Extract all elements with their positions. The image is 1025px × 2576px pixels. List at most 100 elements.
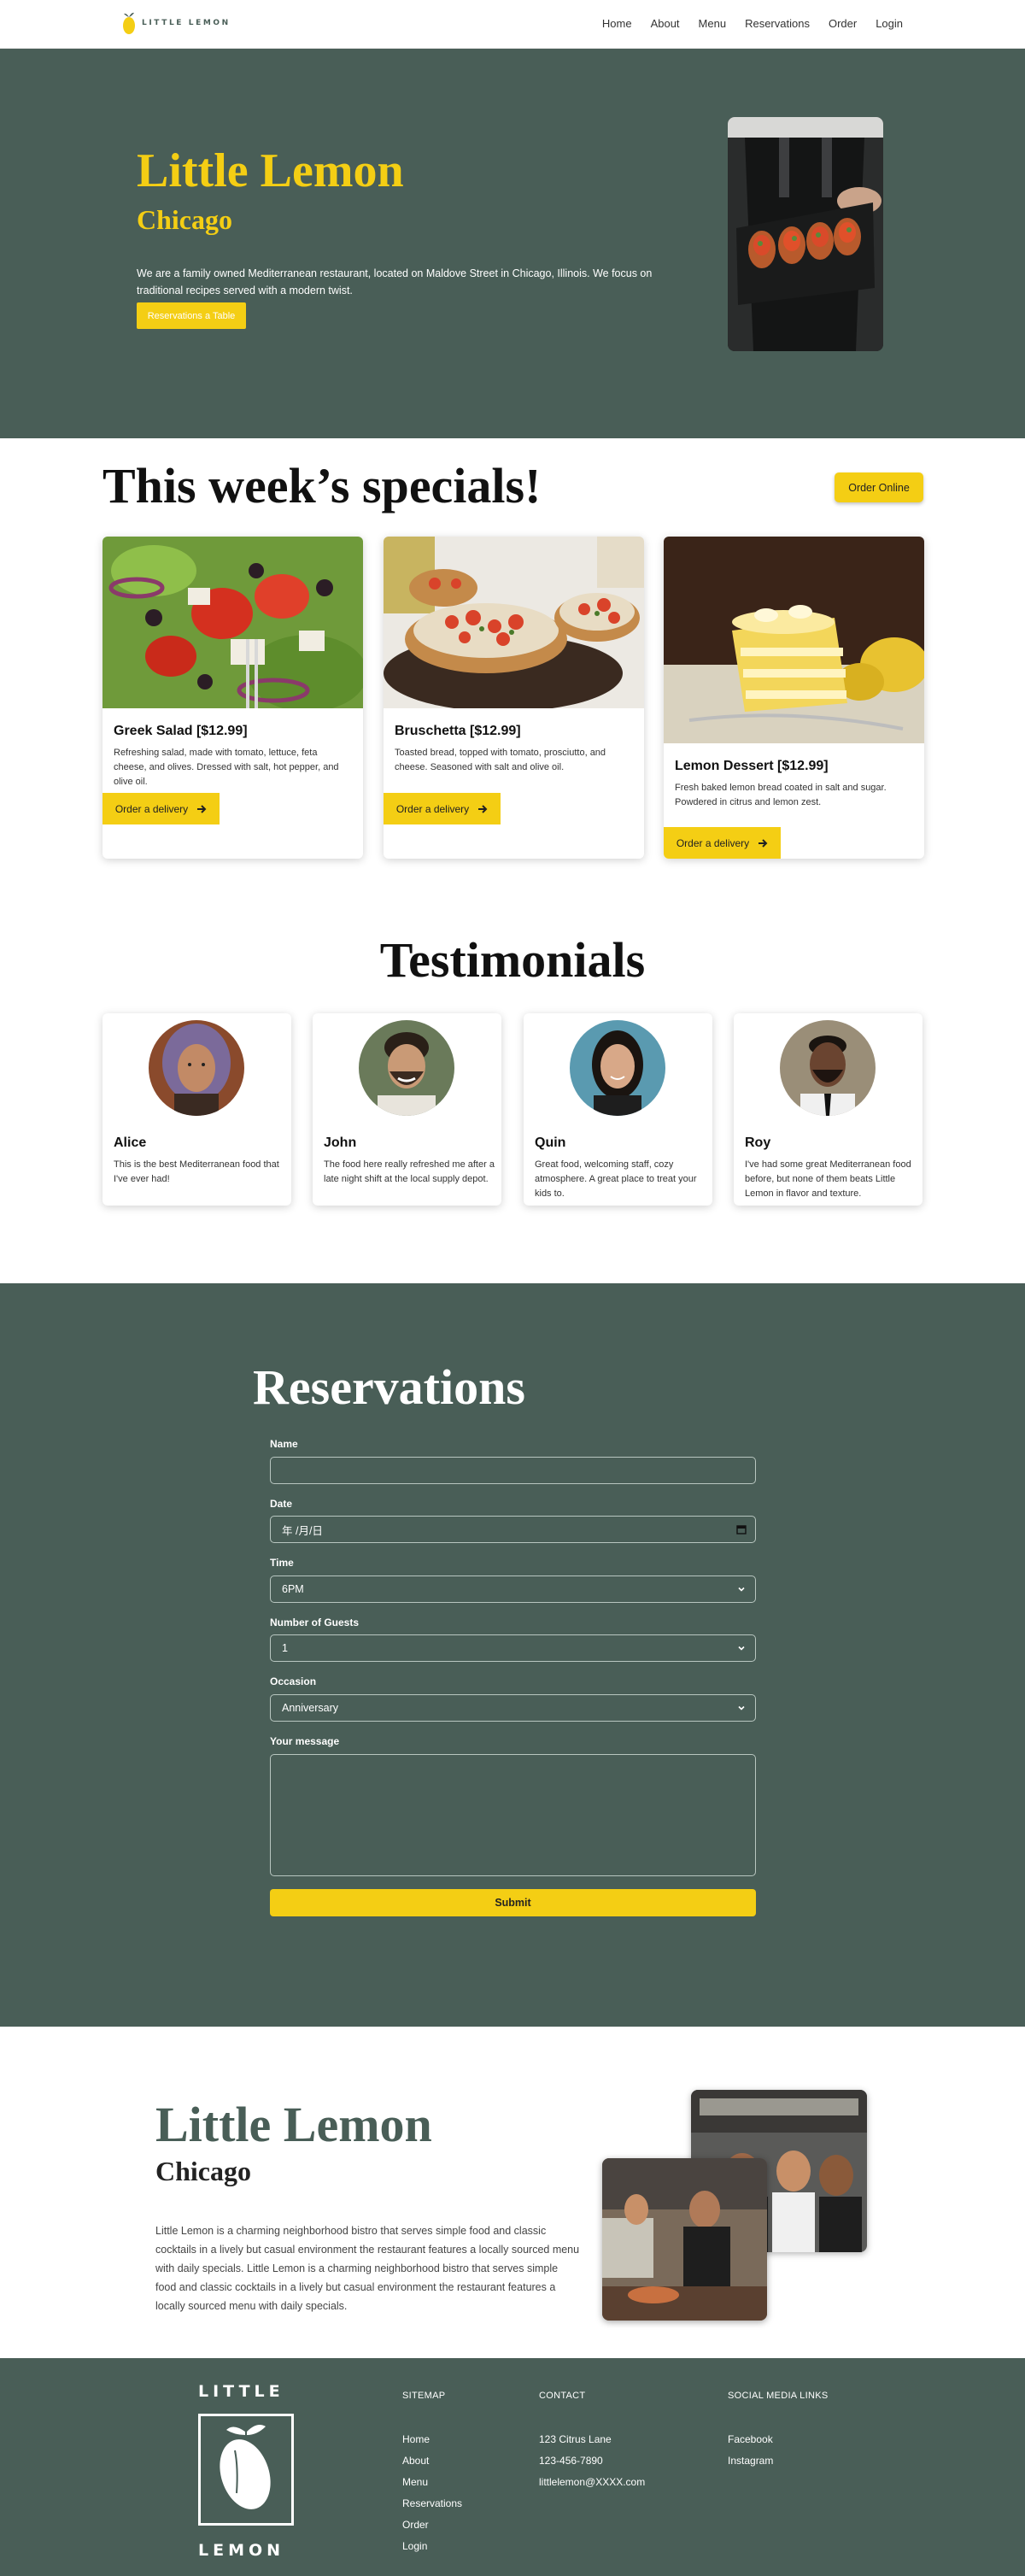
special-card-greek-salad: Greek Salad [$12.99] Refreshing salad, m… <box>102 537 363 859</box>
hero-image <box>728 117 883 351</box>
testimonial-text: I've had some great Mediterranean food b… <box>745 1159 911 1200</box>
footer-email[interactable]: littlelemon@XXXX.com <box>539 2476 645 2488</box>
hero-description: We are a family owned Mediterranean rest… <box>137 267 653 296</box>
special-description: Toasted bread, topped with tomato, prosc… <box>395 748 606 773</box>
footer-link-home[interactable]: Home <box>402 2433 430 2445</box>
hero-section: Little Lemon Chicago We are a family own… <box>0 49 1025 438</box>
calendar-icon[interactable] <box>736 1524 747 1534</box>
greek-salad-image <box>102 537 363 708</box>
name-label: Name <box>270 1438 298 1450</box>
footer-link-login[interactable]: Login <box>402 2540 427 2552</box>
footer-phone[interactable]: 123-456-7890 <box>539 2455 603 2467</box>
testimonial-name: Roy <box>745 1135 771 1150</box>
footer-link-order[interactable]: Order <box>402 2519 429 2531</box>
arrow-right-icon <box>478 804 488 813</box>
special-description: Refreshing salad, made with tomato, lett… <box>114 748 339 788</box>
footer-link-instagram[interactable]: Instagram <box>728 2455 773 2467</box>
submit-button[interactable]: Submit <box>270 1889 756 1916</box>
chevron-down-icon <box>738 1587 745 1592</box>
occasion-label: Occasion <box>270 1675 317 1687</box>
special-description: Fresh baked lemon bread coated in salt a… <box>675 783 887 808</box>
guests-value: 1 <box>282 1642 288 1654</box>
special-card-bruschetta: Bruschetta [$12.99] Toasted bread, toppe… <box>384 537 644 859</box>
nav-link-login[interactable]: Login <box>876 17 903 30</box>
avatar <box>359 1020 454 1116</box>
footer-contact-heading: CONTACT <box>539 2391 586 2401</box>
order-delivery-button[interactable]: Order a delivery <box>664 827 781 859</box>
chef-cooking-image <box>602 2158 767 2321</box>
occasion-select[interactable]: Anniversary <box>270 1694 756 1722</box>
special-title: Bruschetta [$12.99] <box>395 724 521 738</box>
message-label: Your message <box>270 1735 340 1747</box>
bruschetta-image <box>384 537 644 708</box>
message-textarea[interactable] <box>270 1754 756 1876</box>
footer-logo-bottom: LEMON <box>198 2541 285 2560</box>
site-logo[interactable]: LITTLE LEMON <box>121 10 231 36</box>
nav-link-reservations[interactable]: Reservations <box>745 17 810 30</box>
date-input[interactable]: 年 /月/日 <box>270 1516 756 1543</box>
lemon-dessert-image <box>664 537 924 743</box>
date-label: Date <box>270 1498 293 1510</box>
testimonial-name: Quin <box>535 1135 566 1150</box>
guests-select[interactable]: 1 <box>270 1634 756 1662</box>
nav-link-home[interactable]: Home <box>602 17 632 30</box>
lemon-logo-icon <box>123 12 135 34</box>
footer-link-facebook[interactable]: Facebook <box>728 2433 773 2445</box>
guests-label: Number of Guests <box>270 1617 360 1628</box>
reservations-section: Reservations Name Date 年 /月/日 Time 6PM N… <box>0 1283 1025 2027</box>
nav-link-order[interactable]: Order <box>829 17 857 30</box>
testimonial-text: Great food, welcoming staff, cozy atmosp… <box>535 1159 697 1200</box>
date-placeholder: 年 /月/日 <box>282 1524 323 1537</box>
special-title: Lemon Dessert [$12.99] <box>675 759 829 773</box>
avatar <box>780 1020 876 1116</box>
testimonials-title: Testimonials <box>379 932 646 988</box>
order-online-button[interactable]: Order Online <box>835 472 923 502</box>
chevron-down-icon <box>738 1646 745 1651</box>
arrow-right-icon <box>758 838 768 848</box>
avatar <box>570 1020 665 1116</box>
order-delivery-button[interactable]: Order a delivery <box>384 793 501 824</box>
avatar <box>149 1020 244 1116</box>
footer-link-menu[interactable]: Menu <box>402 2476 428 2488</box>
about-title: Little Lemon <box>155 2097 432 2152</box>
testimonial-text: The food here really refreshed me after … <box>324 1159 495 1185</box>
name-input[interactable] <box>270 1457 756 1484</box>
testimonial-card: John The food here really refreshed me a… <box>313 1013 501 1206</box>
special-title: Greek Salad [$12.99] <box>114 724 248 738</box>
occasion-value: Anniversary <box>282 1702 338 1714</box>
special-card-lemon-dessert: Lemon Dessert [$12.99] Fresh baked lemon… <box>664 537 924 859</box>
reservations-title: Reservations <box>253 1359 525 1415</box>
nav-link-menu[interactable]: Menu <box>699 17 727 30</box>
nav-link-about[interactable]: About <box>651 17 680 30</box>
footer-logo-top: LITTLE <box>198 2382 284 2401</box>
footer-sitemap-heading: SITEMAP <box>402 2391 446 2401</box>
testimonial-name: Alice <box>114 1135 147 1150</box>
order-delivery-label: Order a delivery <box>114 802 189 815</box>
testimonial-card: Roy I've had some great Mediterranean fo… <box>734 1013 922 1206</box>
about-subtitle: Chicago <box>155 2156 251 2186</box>
nav-menu: Home About Menu Reservations Order Login <box>602 17 903 30</box>
hero-title: Little Lemon <box>137 144 404 197</box>
footer: LITTLE LEMON SITEMAP Home About Menu Res… <box>0 2358 1025 2576</box>
time-select[interactable]: 6PM <box>270 1576 756 1603</box>
order-delivery-label: Order a delivery <box>676 836 750 849</box>
testimonial-card: Alice This is the best Mediterranean foo… <box>102 1013 291 1206</box>
logo-wordmark: LITTLE LEMON <box>142 19 231 27</box>
testimonial-name: John <box>324 1135 357 1150</box>
footer-social-heading: SOCIAL MEDIA LINKS <box>728 2391 829 2401</box>
reserve-table-button[interactable]: Reservations a Table <box>137 302 246 329</box>
about-description: Little Lemon is a charming neighborhood … <box>155 2225 580 2312</box>
footer-link-about[interactable]: About <box>402 2455 429 2467</box>
time-value: 6PM <box>282 1583 304 1595</box>
testimonial-card: Quin Great food, welcoming staff, cozy a… <box>524 1013 712 1206</box>
footer-logo-lemon-icon <box>198 2414 294 2526</box>
top-navbar: LITTLE LEMON Home About Menu Reservation… <box>0 0 1025 49</box>
order-delivery-button[interactable]: Order a delivery <box>102 793 220 824</box>
footer-link-reservations[interactable]: Reservations <box>402 2497 462 2509</box>
chevron-down-icon <box>738 1705 745 1710</box>
footer-address: 123 Citrus Lane <box>539 2433 612 2445</box>
order-delivery-label: Order a delivery <box>395 802 470 815</box>
hero-subtitle: Chicago <box>137 204 232 235</box>
arrow-right-icon <box>197 804 207 813</box>
specials-title: This week’s specials! <box>102 458 542 513</box>
